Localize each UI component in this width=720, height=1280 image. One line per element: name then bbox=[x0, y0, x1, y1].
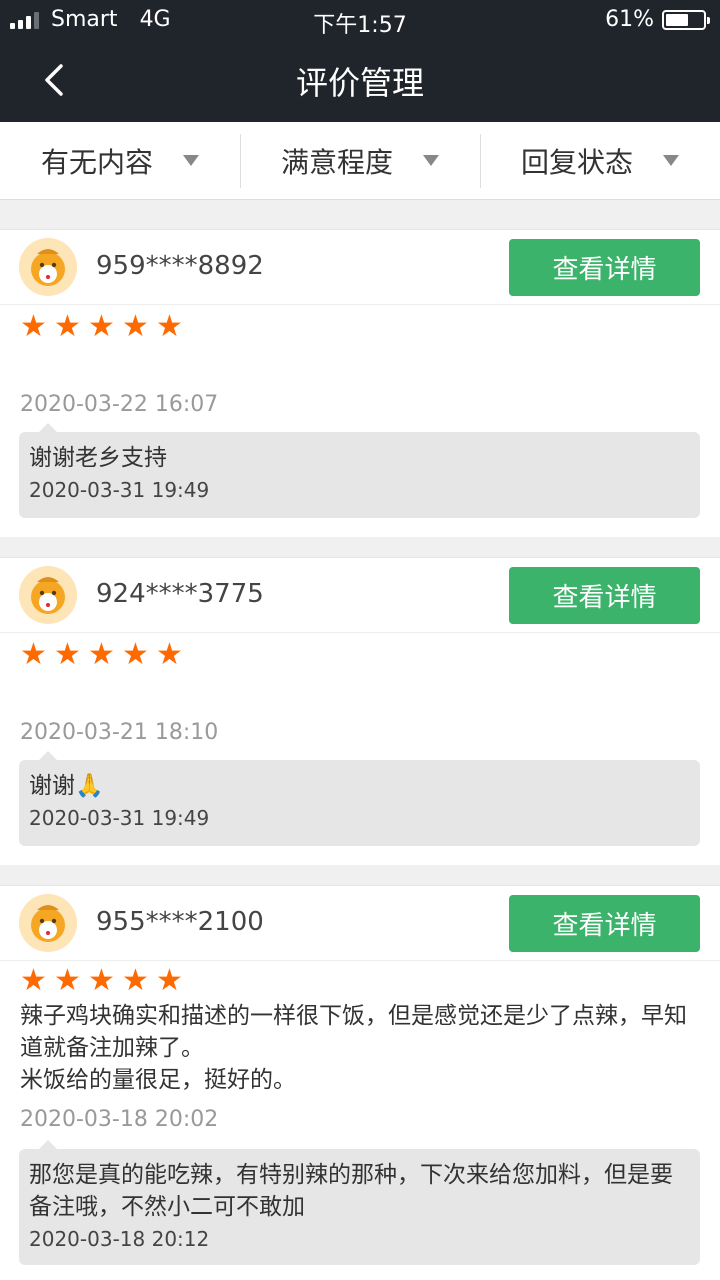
star-icon: ★ bbox=[156, 637, 183, 672]
reply-date: 2020-03-31 19:49 bbox=[29, 806, 210, 830]
filter-label: 满意程度 bbox=[280, 145, 393, 179]
review-card: 924****3775 查看详情 ★ ★ ★ ★ ★ 2020-03-21 18:10 … bbox=[0, 557, 720, 865]
reply-text: 谢谢🙏 bbox=[29, 773, 104, 799]
merchant-reply: 那您是真的能吃辣，有特别辣的那种，下次来给您加料，但是要备注哦，不然小二可不敢加… bbox=[19, 1140, 700, 1265]
star-icon: ★ bbox=[156, 309, 183, 344]
star-icon: ★ bbox=[122, 963, 149, 998]
caret-down-icon bbox=[183, 155, 199, 166]
reply-date: 2020-03-31 19:49 bbox=[29, 478, 210, 502]
avatar-illustration bbox=[19, 238, 77, 296]
star-icon: ★ bbox=[88, 963, 115, 998]
review-date: 2020-03-22 16:07 bbox=[20, 392, 219, 417]
star-icon: ★ bbox=[122, 309, 149, 344]
avatar-illustration bbox=[19, 566, 77, 624]
battery-percent: 61% bbox=[605, 7, 654, 32]
rating-stars: ★ ★ ★ ★ ★ bbox=[20, 637, 183, 672]
view-details-button[interactable]: 查看详情 bbox=[509, 895, 700, 952]
battery-icon bbox=[662, 9, 710, 30]
star-icon: ★ bbox=[122, 637, 149, 672]
filter-satisfaction[interactable]: 满意程度 bbox=[240, 122, 480, 199]
star-icon: ★ bbox=[156, 963, 183, 998]
avatar bbox=[19, 238, 77, 296]
star-icon: ★ bbox=[54, 309, 81, 344]
user-id: 959****8892 bbox=[96, 251, 264, 281]
avatar bbox=[19, 894, 77, 952]
view-details-button[interactable]: 查看详情 bbox=[509, 239, 700, 296]
filter-bar: 有无内容 满意程度 回复状态 bbox=[0, 122, 720, 200]
review-card: 959****8892 查看详情 ★ ★ ★ ★ ★ 2020-03-22 16:07 … bbox=[0, 229, 720, 537]
filter-content[interactable]: 有无内容 bbox=[0, 122, 240, 199]
user-id: 924****3775 bbox=[96, 579, 264, 609]
filter-label: 回复状态 bbox=[520, 145, 633, 179]
reply-text: 那您是真的能吃辣，有特别辣的那种，下次来给您加料，但是要备注哦，不然小二可不敢加 bbox=[29, 1162, 673, 1220]
merchant-reply: 谢谢🙏 2020-03-31 19:49 bbox=[19, 751, 700, 846]
caret-down-icon bbox=[663, 155, 679, 166]
nav-bar: 评价管理 bbox=[0, 40, 720, 122]
filter-reply-status[interactable]: 回复状态 bbox=[480, 122, 720, 199]
star-icon: ★ bbox=[88, 637, 115, 672]
view-details-button[interactable]: 查看详情 bbox=[509, 567, 700, 624]
caret-down-icon bbox=[423, 155, 439, 166]
star-icon: ★ bbox=[88, 309, 115, 344]
star-icon: ★ bbox=[20, 637, 47, 672]
status-bar: Smart 4G 下午1:57 61% bbox=[0, 0, 720, 40]
reply-date: 2020-03-18 20:12 bbox=[29, 1227, 210, 1251]
review-content: 辣子鸡块确实和描述的一样很下饭，但是感觉还是少了点辣，早知道就备注加辣了。 米饭… bbox=[20, 1003, 687, 1093]
avatar-illustration bbox=[19, 894, 77, 952]
avatar bbox=[19, 566, 77, 624]
user-id: 955****2100 bbox=[96, 907, 264, 937]
rating-stars: ★ ★ ★ ★ ★ bbox=[20, 309, 183, 344]
star-icon: ★ bbox=[20, 309, 47, 344]
page-title: 评价管理 bbox=[295, 64, 424, 102]
star-icon: ★ bbox=[20, 963, 47, 998]
reply-text: 谢谢老乡支持 bbox=[29, 445, 167, 471]
merchant-reply: 谢谢老乡支持 2020-03-31 19:49 bbox=[19, 423, 700, 518]
review-card: 955****2100 查看详情 ★ ★ ★ ★ ★ 辣子鸡块确实和描述的一样很下饭，但… bbox=[0, 885, 720, 1280]
star-icon: ★ bbox=[54, 637, 81, 672]
rating-stars: ★ ★ ★ ★ ★ bbox=[20, 963, 183, 998]
star-icon: ★ bbox=[54, 963, 81, 998]
filter-label: 有无内容 bbox=[40, 145, 153, 179]
review-date: 2020-03-18 20:02 bbox=[20, 1107, 219, 1132]
review-date: 2020-03-21 18:10 bbox=[20, 720, 219, 745]
